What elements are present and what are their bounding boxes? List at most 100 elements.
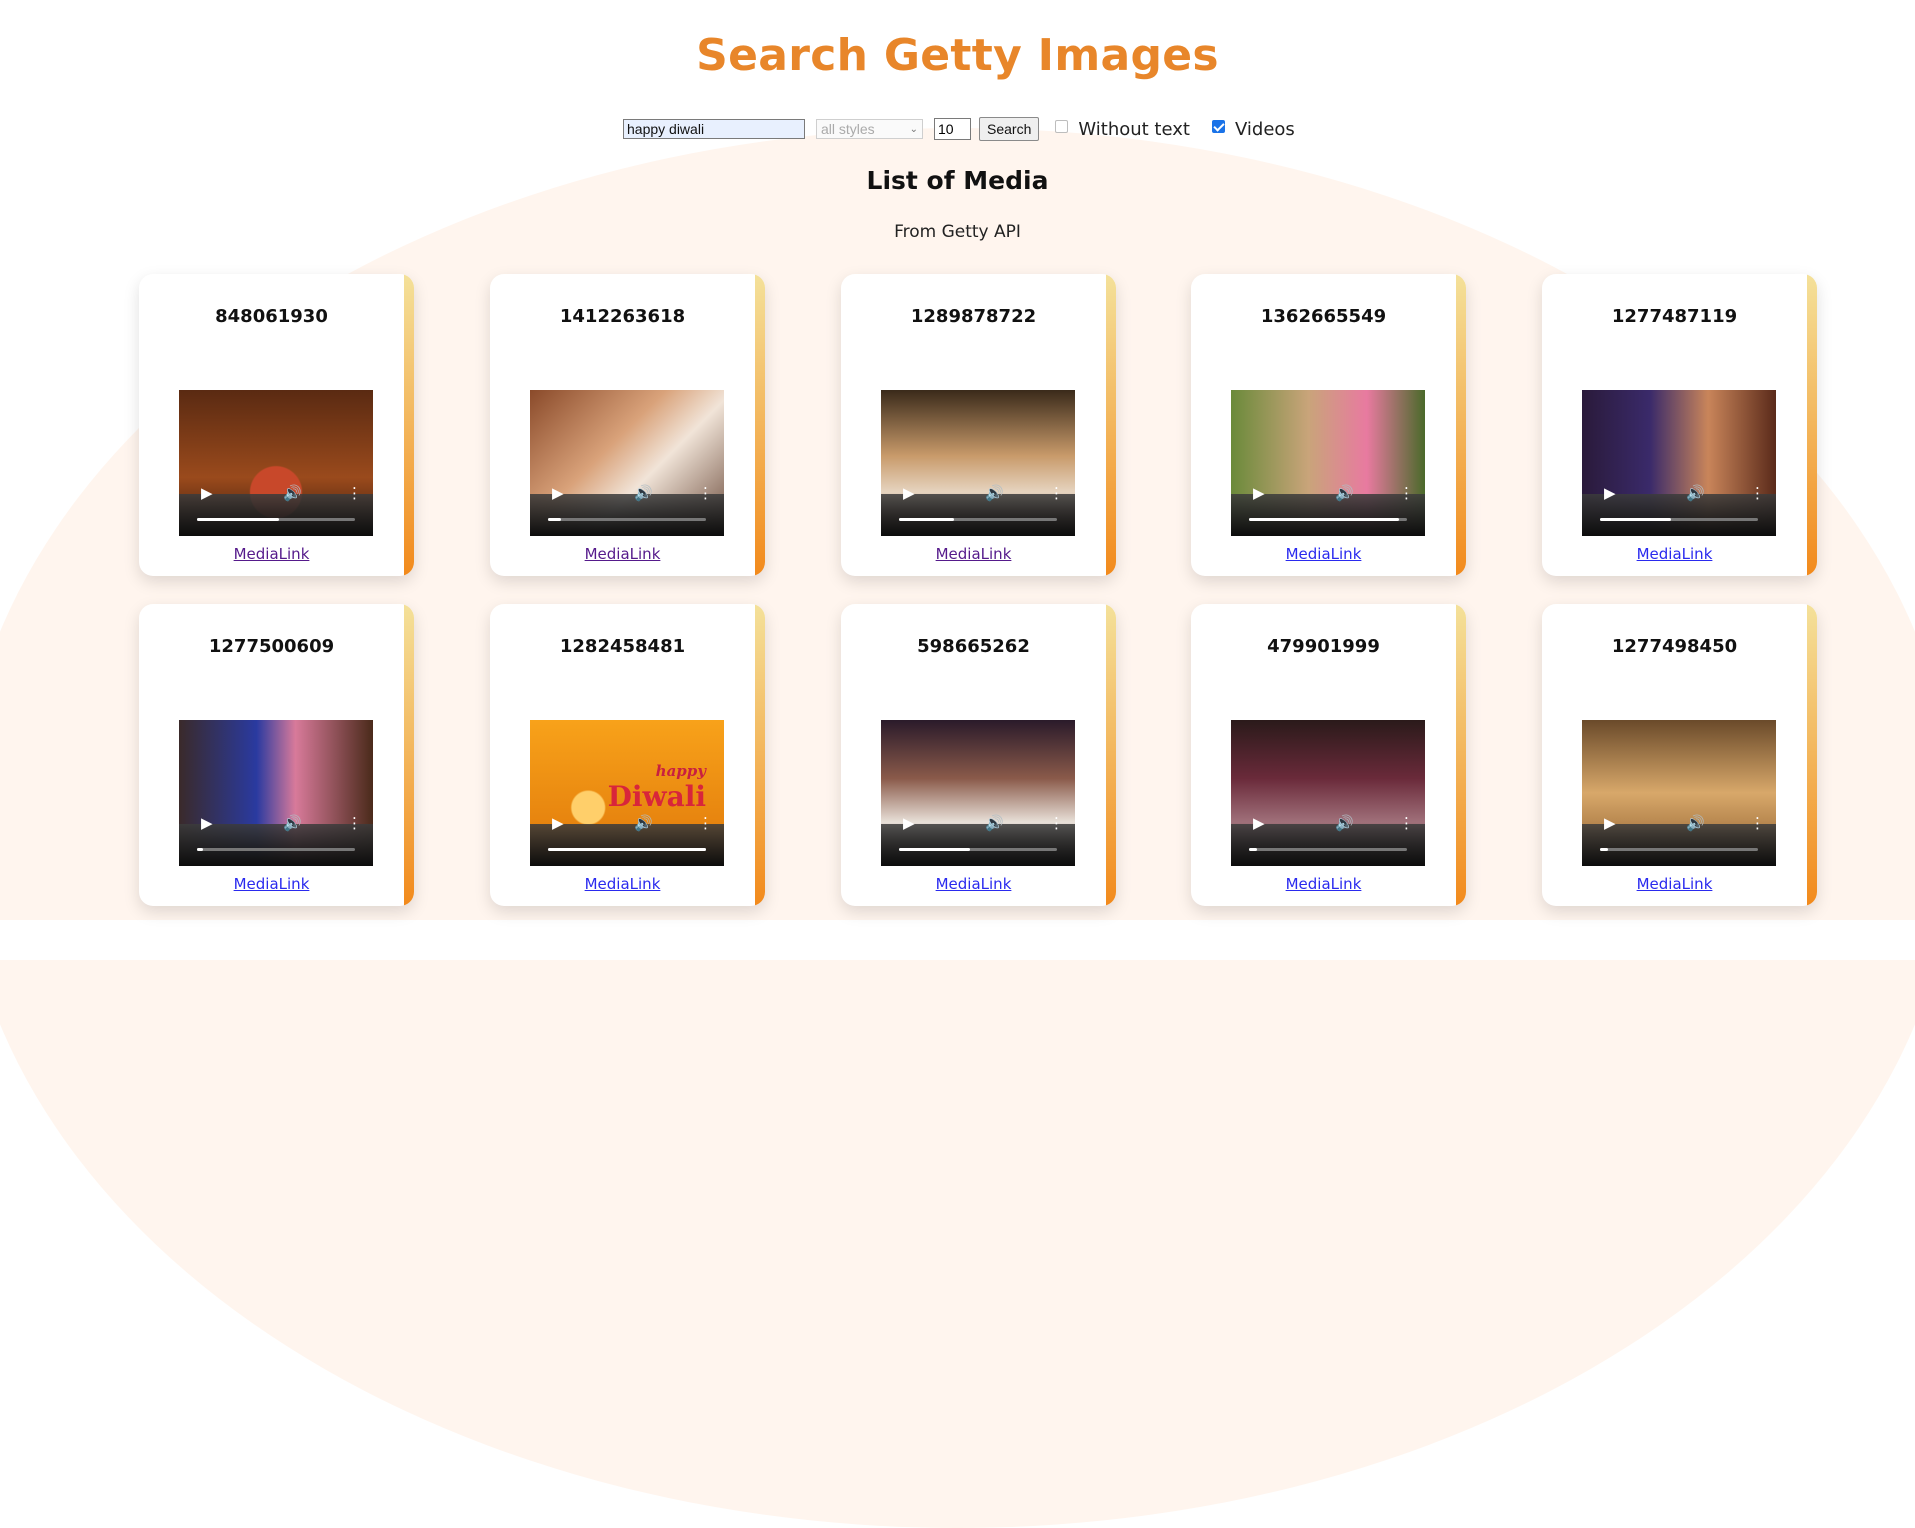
volume-icon[interactable]: 🔊 bbox=[1335, 484, 1354, 502]
thumbnail-overlay-text: happy Diwali bbox=[608, 762, 706, 813]
video-progress-bar[interactable] bbox=[1249, 848, 1407, 851]
media-card: 1277500609 ▶ 🔊 ⋮ MediaLink bbox=[139, 604, 414, 906]
video-progress-bar[interactable] bbox=[197, 518, 355, 521]
card-accent-stripe bbox=[1456, 604, 1466, 906]
media-card: 1277487119 ▶ 🔊 ⋮ MediaLink bbox=[1542, 274, 1817, 576]
more-options-icon[interactable]: ⋮ bbox=[1399, 484, 1414, 502]
play-icon[interactable]: ▶ bbox=[201, 814, 213, 832]
video-controls: ▶ 🔊 ⋮ bbox=[179, 484, 373, 536]
more-options-icon[interactable]: ⋮ bbox=[1049, 814, 1064, 832]
search-input[interactable] bbox=[623, 119, 805, 139]
video-controls: ▶ 🔊 ⋮ bbox=[530, 814, 724, 866]
media-link[interactable]: MediaLink bbox=[1542, 875, 1807, 893]
card-accent-stripe bbox=[404, 274, 414, 576]
media-link[interactable]: MediaLink bbox=[139, 875, 404, 893]
volume-icon[interactable]: 🔊 bbox=[1686, 814, 1705, 832]
video-player[interactable]: ▶ 🔊 ⋮ bbox=[1231, 720, 1425, 866]
style-select[interactable]: all styles ⌄ bbox=[816, 119, 923, 139]
more-options-icon[interactable]: ⋮ bbox=[1049, 484, 1064, 502]
video-controls: ▶ 🔊 ⋮ bbox=[179, 814, 373, 866]
more-options-icon[interactable]: ⋮ bbox=[347, 814, 362, 832]
video-controls: ▶ 🔊 ⋮ bbox=[881, 814, 1075, 866]
media-link[interactable]: MediaLink bbox=[841, 875, 1106, 893]
play-icon[interactable]: ▶ bbox=[903, 814, 915, 832]
media-link[interactable]: MediaLink bbox=[1191, 875, 1456, 893]
media-link[interactable]: MediaLink bbox=[139, 545, 404, 563]
video-player[interactable]: ▶ 🔊 ⋮ bbox=[1231, 390, 1425, 536]
play-icon[interactable]: ▶ bbox=[1604, 814, 1616, 832]
card-accent-stripe bbox=[1456, 274, 1466, 576]
media-card: 1277498450 ▶ 🔊 ⋮ MediaLink bbox=[1542, 604, 1817, 906]
media-link[interactable]: MediaLink bbox=[490, 545, 755, 563]
media-card: 1282458481 happy Diwali ▶ 🔊 ⋮ MediaLink bbox=[490, 604, 765, 906]
play-icon[interactable]: ▶ bbox=[1604, 484, 1616, 502]
volume-icon[interactable]: 🔊 bbox=[634, 484, 653, 502]
video-player[interactable]: ▶ 🔊 ⋮ bbox=[179, 390, 373, 536]
search-button[interactable]: Search bbox=[979, 117, 1040, 141]
card-accent-stripe bbox=[755, 604, 765, 906]
video-controls: ▶ 🔊 ⋮ bbox=[1582, 814, 1776, 866]
media-id: 479901999 bbox=[1267, 636, 1380, 657]
search-controls: all styles ⌄ Search Without text Videos bbox=[623, 117, 1295, 141]
play-icon[interactable]: ▶ bbox=[552, 814, 564, 832]
overlay-text-small: happy bbox=[655, 762, 706, 780]
video-player[interactable]: ▶ 🔊 ⋮ bbox=[530, 390, 724, 536]
media-id: 598665262 bbox=[917, 636, 1030, 657]
play-icon[interactable]: ▶ bbox=[201, 484, 213, 502]
video-progress-bar[interactable] bbox=[548, 848, 706, 851]
video-progress-bar[interactable] bbox=[899, 518, 1057, 521]
video-progress-fill bbox=[548, 518, 561, 521]
video-progress-bar[interactable] bbox=[548, 518, 706, 521]
without-text-label: Without text bbox=[1078, 118, 1190, 140]
play-icon[interactable]: ▶ bbox=[1253, 484, 1265, 502]
video-controls: ▶ 🔊 ⋮ bbox=[1231, 484, 1425, 536]
volume-icon[interactable]: 🔊 bbox=[283, 484, 302, 502]
media-link[interactable]: MediaLink bbox=[1542, 545, 1807, 563]
volume-icon[interactable]: 🔊 bbox=[283, 814, 302, 832]
volume-icon[interactable]: 🔊 bbox=[985, 814, 1004, 832]
media-id: 1289878722 bbox=[910, 306, 1037, 327]
card-accent-stripe bbox=[1807, 274, 1817, 576]
video-player[interactable]: ▶ 🔊 ⋮ bbox=[1582, 390, 1776, 536]
video-progress-fill bbox=[548, 848, 706, 851]
video-player[interactable]: ▶ 🔊 ⋮ bbox=[1582, 720, 1776, 866]
more-options-icon[interactable]: ⋮ bbox=[347, 484, 362, 502]
more-options-icon[interactable]: ⋮ bbox=[1750, 814, 1765, 832]
media-id: 1362665549 bbox=[1260, 306, 1387, 327]
videos-checkbox[interactable] bbox=[1211, 119, 1225, 133]
video-progress-fill bbox=[1600, 518, 1672, 521]
card-accent-stripe bbox=[1106, 274, 1116, 576]
video-progress-bar[interactable] bbox=[1249, 518, 1407, 521]
video-player[interactable]: ▶ 🔊 ⋮ bbox=[179, 720, 373, 866]
video-progress-bar[interactable] bbox=[197, 848, 355, 851]
more-options-icon[interactable]: ⋮ bbox=[698, 484, 713, 502]
volume-icon[interactable]: 🔊 bbox=[1686, 484, 1705, 502]
video-player[interactable]: ▶ 🔊 ⋮ bbox=[881, 720, 1075, 866]
volume-icon[interactable]: 🔊 bbox=[1335, 814, 1354, 832]
more-options-icon[interactable]: ⋮ bbox=[1750, 484, 1765, 502]
background-bottom bbox=[0, 920, 1915, 960]
media-link[interactable]: MediaLink bbox=[490, 875, 755, 893]
without-text-checkbox[interactable] bbox=[1055, 119, 1069, 133]
more-options-icon[interactable]: ⋮ bbox=[698, 814, 713, 832]
video-player[interactable]: ▶ 🔊 ⋮ bbox=[881, 390, 1075, 536]
more-options-icon[interactable]: ⋮ bbox=[1399, 814, 1414, 832]
count-input[interactable] bbox=[934, 118, 971, 140]
video-progress-bar[interactable] bbox=[899, 848, 1057, 851]
play-icon[interactable]: ▶ bbox=[1253, 814, 1265, 832]
media-link[interactable]: MediaLink bbox=[1191, 545, 1456, 563]
media-card: 1412263618 ▶ 🔊 ⋮ MediaLink bbox=[490, 274, 765, 576]
media-id: 1277487119 bbox=[1611, 306, 1738, 327]
video-player[interactable]: happy Diwali ▶ 🔊 ⋮ bbox=[530, 720, 724, 866]
video-progress-bar[interactable] bbox=[1600, 848, 1758, 851]
media-id: 1282458481 bbox=[559, 636, 686, 657]
video-progress-fill bbox=[197, 848, 204, 851]
volume-icon[interactable]: 🔊 bbox=[985, 484, 1004, 502]
media-link[interactable]: MediaLink bbox=[841, 545, 1106, 563]
media-card: 598665262 ▶ 🔊 ⋮ MediaLink bbox=[841, 604, 1116, 906]
play-icon[interactable]: ▶ bbox=[552, 484, 564, 502]
volume-icon[interactable]: 🔊 bbox=[634, 814, 653, 832]
media-id: 1277500609 bbox=[208, 636, 335, 657]
video-progress-bar[interactable] bbox=[1600, 518, 1758, 521]
play-icon[interactable]: ▶ bbox=[903, 484, 915, 502]
